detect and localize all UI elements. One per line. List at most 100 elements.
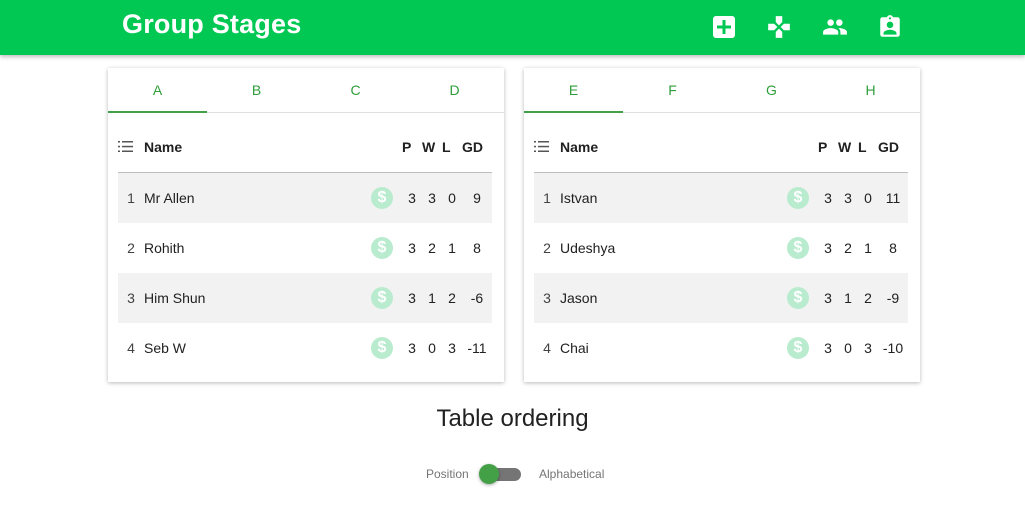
position-column-header[interactable]	[118, 122, 144, 173]
won-cell: 3	[838, 172, 858, 223]
won-cell: 2	[428, 240, 436, 256]
table-row[interactable]: 1 Istvan $ 3 3 0 11	[534, 172, 908, 223]
lost-cell: 1	[448, 240, 456, 256]
group-card-left: A B C D Name P W L GD 1 Mr Allen $ 3 3 0…	[108, 68, 504, 382]
table-ordering-title: Table ordering	[436, 405, 589, 432]
dollar-icon: $	[787, 287, 809, 309]
dollar-icon: $	[787, 237, 809, 259]
name-column-header[interactable]: Name	[144, 122, 362, 173]
played-cell: 3	[818, 273, 838, 323]
won-cell: 3	[422, 172, 442, 223]
tab-group-b[interactable]: B	[207, 68, 306, 112]
player-name: Jason	[560, 273, 778, 323]
standings-table-right: Name P W L GD 1 Istvan $ 3 3 0 11 2 Udes…	[534, 122, 908, 373]
assignment-ind-icon[interactable]	[877, 14, 903, 40]
player-name: Chai	[560, 340, 589, 356]
played-column-header[interactable]: P	[818, 122, 838, 173]
played-cell: 3	[402, 172, 422, 223]
tab-group-g[interactable]: G	[722, 68, 821, 112]
goal-difference-cell: -10	[882, 340, 904, 356]
position-cell: 1	[118, 172, 144, 223]
dollar-icon: $	[787, 337, 809, 359]
standings-table-left: Name P W L GD 1 Mr Allen $ 3 3 0 9 2 Roh…	[118, 122, 492, 373]
tab-group-h[interactable]: H	[821, 68, 920, 112]
won-column-header[interactable]: W	[422, 122, 442, 173]
dollar-icon: $	[371, 337, 393, 359]
position-cell: 1	[534, 172, 560, 223]
position-cell: 2	[543, 240, 551, 256]
dollar-icon: $	[371, 237, 393, 259]
ordering-toggle-switch[interactable]	[479, 464, 521, 484]
table-header-row: Name P W L GD	[118, 122, 492, 173]
format-list-numbered-icon	[534, 140, 549, 156]
lost-cell: 2	[858, 273, 878, 323]
lost-cell: 3	[448, 340, 456, 356]
dollar-icon: $	[371, 287, 393, 309]
dollar-icon: $	[787, 187, 809, 209]
gamepad-icon[interactable]	[766, 14, 792, 40]
table-row[interactable]: 4 Seb W $ 3 0 3 -11	[118, 323, 492, 373]
ordering-alphabetical-label: Alphabetical	[539, 467, 605, 481]
people-icon[interactable]	[822, 14, 848, 40]
played-cell: 3	[824, 240, 832, 256]
won-cell: 1	[838, 273, 858, 323]
table-row[interactable]: 2 Rohith $ 3 2 1 8	[118, 223, 492, 273]
position-cell: 3	[534, 273, 560, 323]
played-cell: 3	[824, 340, 832, 356]
table-row[interactable]: 2 Udeshya $ 3 2 1 8	[534, 223, 908, 273]
played-cell: 3	[818, 172, 838, 223]
goal-difference-cell: 8	[889, 240, 897, 256]
position-column-header[interactable]	[534, 122, 560, 173]
table-row[interactable]: 4 Chai $ 3 0 3 -10	[534, 323, 908, 373]
table-row[interactable]: 1 Mr Allen $ 3 3 0 9	[118, 172, 492, 223]
lost-cell: 0	[442, 172, 462, 223]
app-bar: Group Stages	[0, 0, 1025, 55]
goal-difference-column-header[interactable]: GD	[462, 122, 492, 173]
app-title: Group Stages	[122, 9, 302, 39]
lost-column-header[interactable]: L	[442, 122, 462, 173]
dollar-icon: $	[371, 187, 393, 209]
tab-group-a[interactable]: A	[108, 68, 207, 113]
add-box-icon[interactable]	[711, 14, 737, 40]
played-column-header[interactable]: P	[402, 122, 422, 173]
tab-group-d[interactable]: D	[405, 68, 504, 112]
name-column-header[interactable]: Name	[560, 122, 778, 173]
player-name: Rohith	[144, 240, 185, 256]
position-cell: 4	[127, 340, 135, 356]
goal-difference-cell: -6	[462, 273, 492, 323]
goal-difference-cell: 9	[462, 172, 492, 223]
lost-cell: 1	[864, 240, 872, 256]
position-cell: 2	[127, 240, 135, 256]
lost-cell: 0	[858, 172, 878, 223]
goal-difference-cell: 8	[473, 240, 481, 256]
goal-difference-cell: -11	[467, 340, 487, 356]
group-tabs-left: A B C D	[108, 68, 504, 113]
player-name: Udeshya	[560, 240, 616, 256]
tab-group-e[interactable]: E	[524, 68, 623, 113]
goal-difference-cell: -9	[878, 273, 908, 323]
position-cell: 4	[543, 340, 551, 356]
lost-column-header[interactable]: L	[858, 122, 878, 173]
won-cell: 0	[428, 340, 436, 356]
player-name: Mr Allen	[144, 172, 362, 223]
goal-difference-cell: 11	[878, 172, 908, 223]
played-cell: 3	[408, 240, 416, 256]
goal-difference-column-header[interactable]: GD	[878, 122, 908, 173]
format-list-numbered-icon	[118, 140, 133, 156]
played-cell: 3	[402, 273, 422, 323]
tab-group-c[interactable]: C	[306, 68, 405, 112]
tab-group-f[interactable]: F	[623, 68, 722, 112]
switch-thumb[interactable]	[479, 464, 499, 484]
won-cell: 1	[422, 273, 442, 323]
won-cell: 0	[844, 340, 852, 356]
table-header-row: Name P W L GD	[534, 122, 908, 173]
player-name: Seb W	[144, 340, 187, 356]
group-card-right: E F G H Name P W L GD 1 Istvan $ 3 3 0 1…	[524, 68, 920, 382]
table-row[interactable]: 3 Jason $ 3 1 2 -9	[534, 273, 908, 323]
table-row[interactable]: 3 Him Shun $ 3 1 2 -6	[118, 273, 492, 323]
won-cell: 2	[844, 240, 852, 256]
played-cell: 3	[408, 340, 416, 356]
position-cell: 3	[118, 273, 144, 323]
won-column-header[interactable]: W	[838, 122, 858, 173]
player-name: Istvan	[560, 172, 778, 223]
